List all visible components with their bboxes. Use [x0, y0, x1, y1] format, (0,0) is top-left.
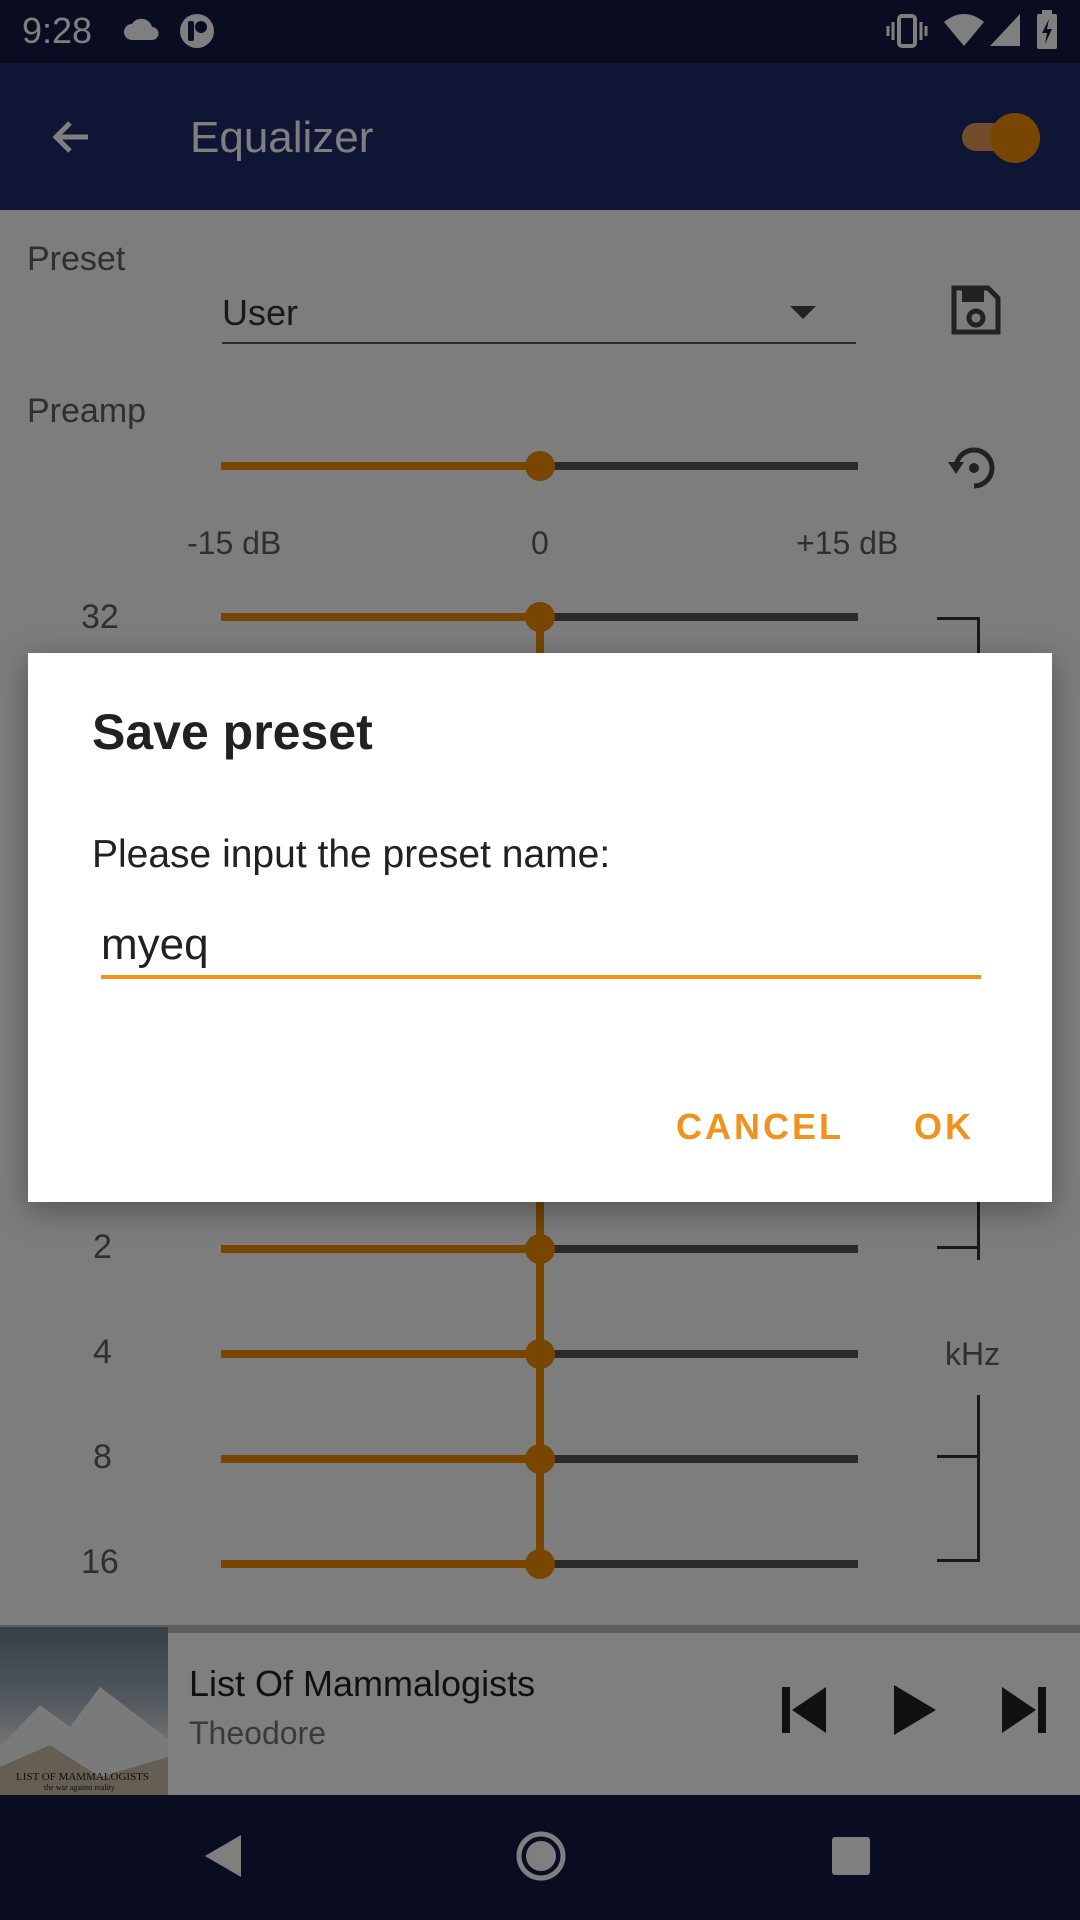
save-preset-dialog: Save preset Please input the preset name…: [28, 653, 1052, 1202]
dialog-message: Please input the preset name:: [92, 833, 611, 876]
preset-name-input[interactable]: [101, 915, 981, 979]
dialog-title: Save preset: [92, 704, 373, 760]
ok-button[interactable]: OK: [908, 1105, 980, 1149]
cancel-button[interactable]: CANCEL: [670, 1105, 850, 1149]
